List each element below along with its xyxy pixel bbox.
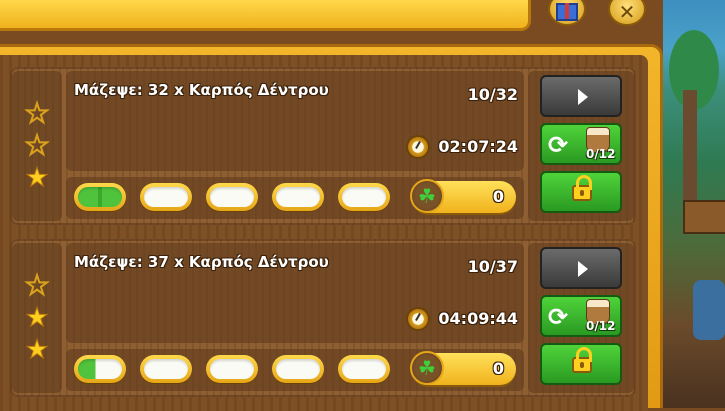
clover-icon: ☘ [410, 179, 444, 213]
refresh-button[interactable]: ⟳ 0/12 [540, 123, 622, 165]
task-card: ★ ★ ★ Μάζεψε: 32 x Καρπός Δέντρου 10/32 … [10, 67, 636, 225]
reward-slot[interactable] [272, 355, 324, 383]
reward-slot[interactable] [140, 355, 192, 383]
stopwatch-icon [406, 307, 430, 331]
reward-slots: ☘ 0 [66, 349, 524, 391]
refresh-count: 0/12 [586, 147, 616, 161]
task-actions: ⟳ 0/12 [528, 71, 634, 221]
reward-slot[interactable] [206, 183, 258, 211]
refresh-count: 0/12 [586, 319, 616, 333]
clover-icon: ☘ [410, 351, 444, 385]
task-info: Μάζεψε: 37 x Καρπός Δέντρου 10/37 04:09:… [66, 243, 524, 343]
go-button[interactable] [540, 247, 622, 289]
reward-slot[interactable] [74, 355, 126, 383]
clover-count: 0 [492, 359, 504, 378]
go-button[interactable] [540, 75, 622, 117]
star-full-icon: ★ [25, 163, 49, 193]
star-empty-icon: ★ [24, 99, 49, 129]
crate-image [683, 200, 725, 234]
star-empty-icon: ★ [24, 131, 49, 161]
top-bar [0, 0, 531, 31]
reward-slot[interactable] [140, 183, 192, 211]
clover-count: 0 [492, 187, 504, 206]
task-actions: ⟳ 0/12 [528, 243, 634, 393]
task-card: ★ ★ ★ Μάζεψε: 37 x Καρπός Δέντρου 10/37 … [10, 239, 636, 397]
task-title: Μάζεψε: 32 x Καρπός Δέντρου [74, 81, 329, 99]
task-title: Μάζεψε: 37 x Καρπός Δέντρου [74, 253, 329, 271]
reward-slot[interactable] [74, 183, 126, 211]
task-timer: 04:09:44 [438, 309, 518, 328]
gift-icon[interactable] [548, 0, 586, 26]
reward-slot[interactable] [206, 355, 258, 383]
star-rating: ★ ★ ★ [12, 243, 62, 393]
star-full-icon: ★ [25, 335, 49, 365]
reward-slot[interactable] [272, 183, 324, 211]
quest-panel: ★ ★ ★ Μάζεψε: 32 x Καρπός Δέντρου 10/32 … [0, 44, 663, 411]
unlock-button[interactable] [540, 171, 622, 213]
lock-icon [572, 347, 592, 373]
lock-icon [572, 175, 592, 201]
star-full-icon: ★ [25, 303, 49, 333]
task-info: Μάζεψε: 32 x Καρπός Δέντρου 10/32 02:07:… [66, 71, 524, 171]
close-icon: ✕ [618, 0, 636, 24]
stopwatch-icon [406, 135, 430, 159]
star-empty-icon: ★ [24, 271, 49, 301]
reward-slots: ☘ 0 [66, 177, 524, 219]
refresh-icon: ⟳ [548, 303, 569, 331]
refresh-icon: ⟳ [548, 131, 569, 159]
refresh-button[interactable]: ⟳ 0/12 [540, 295, 622, 337]
tree-trunk-image [683, 90, 697, 210]
task-progress: 10/37 [467, 257, 518, 276]
reward-slot[interactable] [338, 355, 390, 383]
backpack-image [693, 280, 725, 340]
unlock-button[interactable] [540, 343, 622, 385]
star-rating: ★ ★ ★ [12, 71, 62, 221]
clover-counter[interactable]: ☘ 0 [410, 179, 516, 213]
clover-counter[interactable]: ☘ 0 [410, 351, 516, 385]
close-button[interactable]: ✕ [608, 0, 646, 26]
background-scenery [663, 0, 725, 408]
task-progress: 10/32 [467, 85, 518, 104]
quest-list: ★ ★ ★ Μάζεψε: 32 x Καρπός Δέντρου 10/32 … [0, 55, 648, 411]
reward-slot[interactable] [338, 183, 390, 211]
task-timer: 02:07:24 [438, 137, 518, 156]
gift-box-icon [556, 3, 578, 21]
